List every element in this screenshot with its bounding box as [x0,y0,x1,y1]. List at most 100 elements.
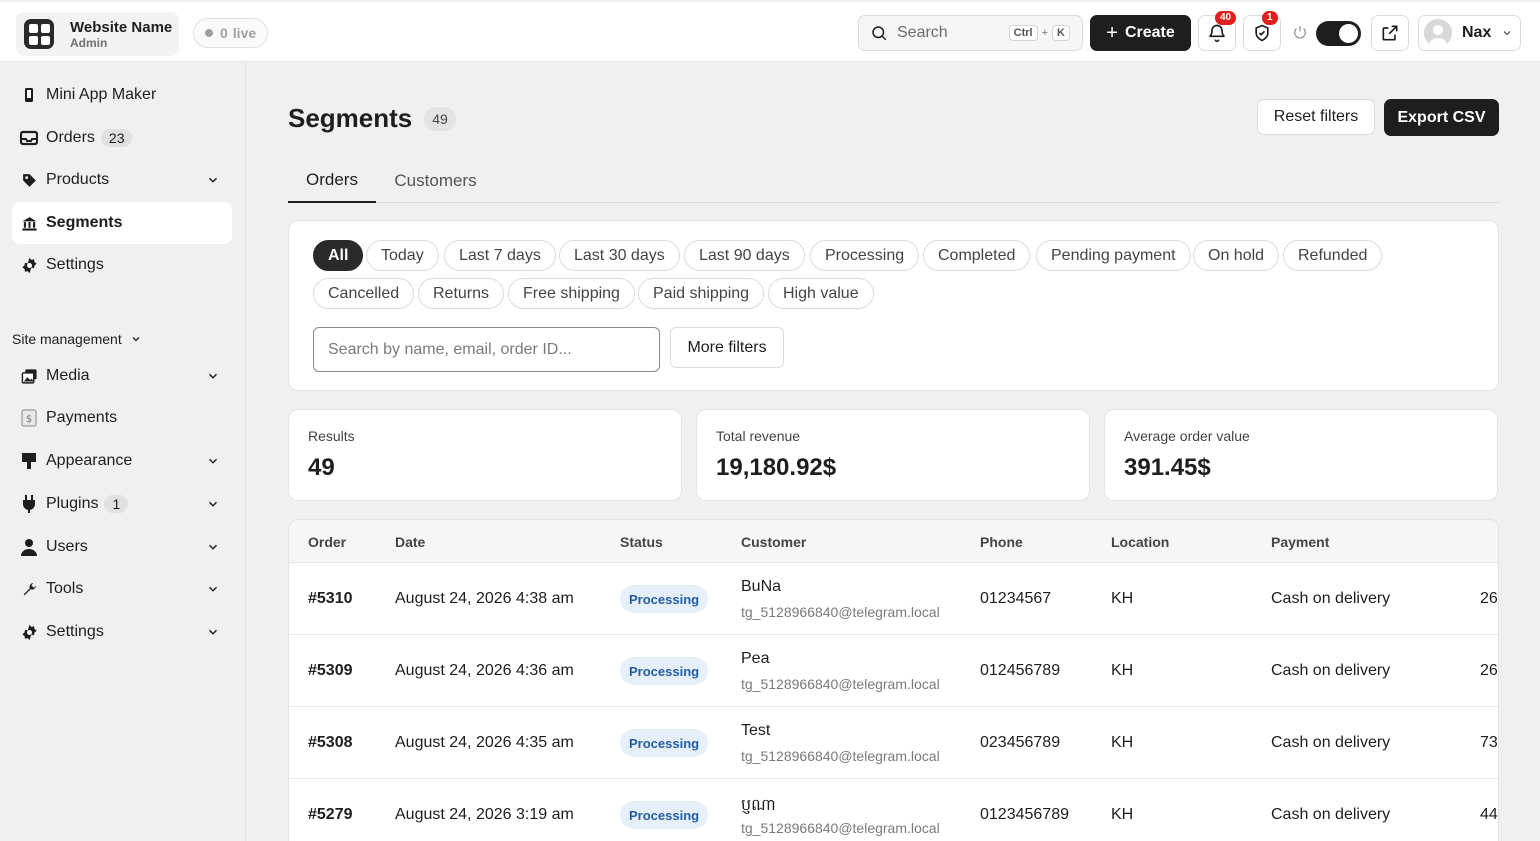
export-csv-button[interactable]: Export CSV [1384,99,1499,136]
status-badge: Processing [620,801,709,829]
filter-chip-returns[interactable]: Returns [418,278,505,309]
gear-icon [20,623,38,641]
sidebar-item-plugins[interactable]: Plugins 1 [12,483,232,525]
chevron-down-icon[interactable] [206,369,220,383]
filter-chip-processing[interactable]: Processing [810,240,920,271]
orders-search-input[interactable] [313,327,660,372]
user-icon [20,538,38,556]
orders-count-badge: 23 [100,129,133,147]
filter-chip-high-value[interactable]: High value [768,278,874,309]
chevron-down-icon[interactable] [206,625,220,639]
table-row[interactable]: #5310 August 24, 2026 4:38 am Processing… [289,563,1498,635]
site-switcher[interactable]: Website Name Admin [16,12,179,56]
sidebar-item-users[interactable]: Users [12,526,232,568]
sidebar-item-label: Settings [46,623,104,640]
user-menu[interactable]: Nax [1418,15,1521,51]
column-header-location[interactable]: Location [1111,534,1169,550]
column-header-status[interactable]: Status [620,534,663,550]
order-date: August 24, 2026 3:19 am [395,806,574,823]
sidebar-item-appearance[interactable]: Appearance [12,440,232,482]
chevron-down-icon[interactable] [206,497,220,511]
sidebar-item-label: Orders [46,129,95,146]
site-name: Website Name [70,18,173,36]
sidebar-item-orders[interactable]: Orders 23 [12,117,232,159]
sidebar-item-label: Appearance [46,452,133,469]
column-header-customer[interactable]: Customer [741,534,806,550]
sidebar: Mini App Maker Orders 23 Products Segmen… [0,62,246,841]
column-header-phone[interactable]: Phone [980,534,1023,550]
view-site-button[interactable] [1371,15,1409,51]
table-row[interactable]: #5308 August 24, 2026 4:35 am Processing… [289,707,1498,779]
customer-email: tg_5128966840@telegram.local [741,676,940,692]
customer-location: KH [1111,734,1134,751]
table-row[interactable]: #5309 August 24, 2026 4:36 am Processing… [289,635,1498,707]
create-label: Create [1124,24,1175,41]
more-filters-button[interactable]: More filters [670,327,784,368]
notifications-button[interactable]: 40 [1198,11,1237,51]
filter-chip-on-hold[interactable]: On hold [1193,240,1280,271]
phone-icon [20,86,38,104]
search-label: Search [897,24,948,41]
external-link-icon [1382,25,1398,41]
reset-filters-button[interactable]: Reset filters [1257,99,1375,135]
security-button[interactable]: 1 [1243,11,1281,51]
order-id-link[interactable]: #5279 [308,806,353,824]
site-role: Admin [70,35,108,50]
column-header-payment[interactable]: Payment [1271,534,1329,550]
page-title-text: Segments [288,103,413,133]
order-id-link[interactable]: #5310 [308,590,353,608]
filter-chip-today[interactable]: Today [366,240,439,271]
filter-chip-last-30-days[interactable]: Last 30 days [559,240,680,271]
chevron-down-icon[interactable] [206,582,220,596]
filter-chip-all[interactable]: All [313,240,364,271]
chevron-down-icon[interactable] [206,454,220,468]
stat-label: Results [308,428,355,444]
filter-chip-last-7-days[interactable]: Last 7 days [444,240,556,271]
sidebar-item-mini-app-maker[interactable]: Mini App Maker [12,74,232,116]
filter-chip-pending-payment[interactable]: Pending payment [1036,240,1191,271]
sidebar-item-site-settings[interactable]: Settings [12,611,232,653]
order-id-link[interactable]: #5308 [308,734,353,752]
filter-chip-free-shipping[interactable]: Free shipping [508,278,635,309]
customer-phone: 0123456789 [980,806,1069,823]
sidebar-item-tools[interactable]: Tools [12,568,232,610]
live-count: 0 [220,25,228,41]
column-header-date[interactable]: Date [395,534,425,550]
payment-method: Cash on delivery [1271,806,1391,823]
customer-location: KH [1111,662,1134,679]
chevron-down-icon[interactable] [206,173,220,187]
sidebar-item-payments[interactable]: $ Payments [12,397,232,439]
kbd-ctrl: Ctrl [1008,25,1038,41]
sidebar-item-products[interactable]: Products [12,159,232,201]
stat-card-average-order-value: Average order value 391.45$ [1104,409,1498,501]
sidebar-item-segments[interactable]: Segments [12,202,232,244]
avatar [1424,19,1452,47]
sidebar-item-label: Products [46,171,110,188]
live-visitors-badge[interactable]: 0 live [193,18,269,48]
plug-icon [20,495,38,513]
mode-toggle[interactable] [1316,21,1361,46]
plus-icon: + [1106,21,1118,44]
filter-chip-paid-shipping[interactable]: Paid shipping [638,278,765,309]
filter-chip-refunded[interactable]: Refunded [1283,240,1383,271]
sidebar-item-label: Segments [46,214,123,231]
tab-customers[interactable]: Customers [382,158,489,203]
sidebar-item-media[interactable]: Media [12,355,232,397]
sidebar-item-settings[interactable]: Settings [12,244,232,286]
global-search[interactable]: Search Ctrl + K [858,15,1083,51]
column-header-order[interactable]: Order [308,534,346,550]
create-button[interactable]: + Create [1090,15,1191,51]
tab-orders[interactable]: Orders [288,158,376,203]
customer-name: Test [741,722,771,739]
order-truncated-value: 44 [1480,806,1498,823]
filter-chip-last-90-days[interactable]: Last 90 days [684,240,805,271]
filter-chip-completed[interactable]: Completed [923,240,1031,271]
table-row[interactable]: #5279 August 24, 2026 3:19 am Processing… [289,779,1498,841]
stat-card-results: Results 49 [288,409,682,501]
chevron-down-icon[interactable] [206,540,220,554]
sidebar-item-label: Plugins [46,495,99,512]
filter-chip-cancelled[interactable]: Cancelled [313,278,415,309]
order-id-link[interactable]: #5309 [308,662,353,680]
site-management-toggle[interactable]: Site management [12,331,142,347]
order-date: August 24, 2026 4:38 am [395,590,574,607]
